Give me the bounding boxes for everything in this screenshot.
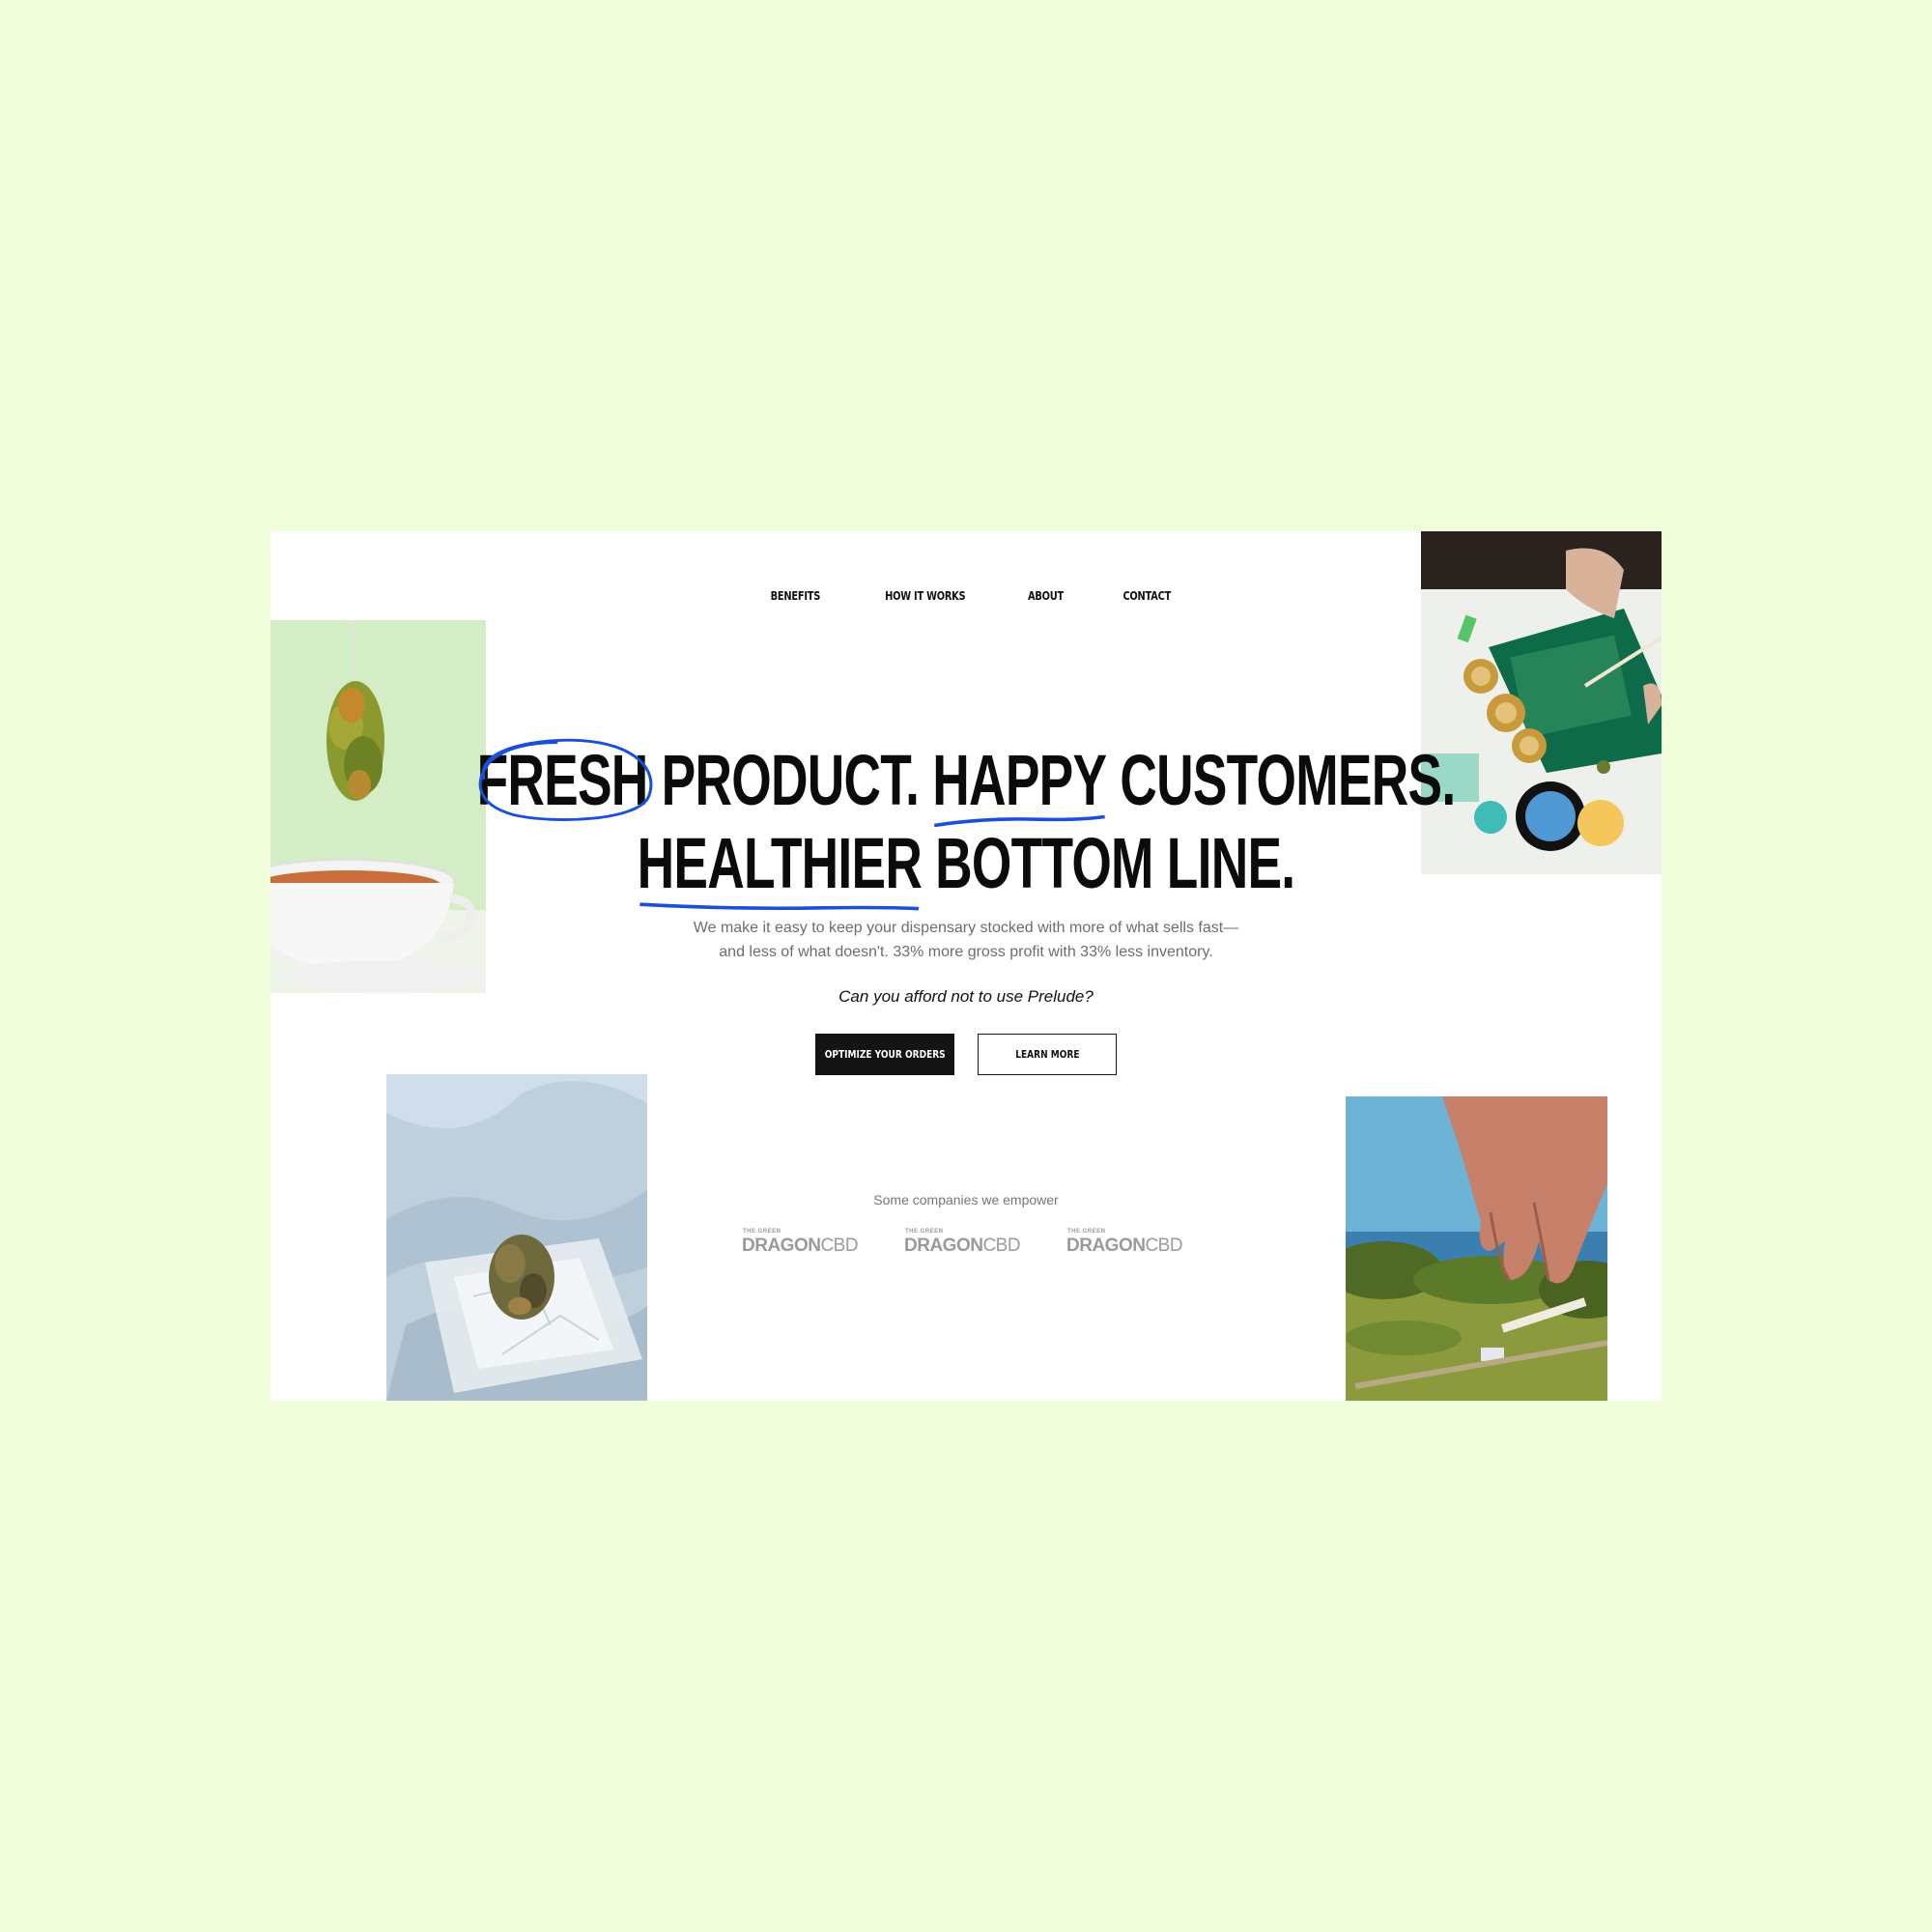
nav-contact[interactable]: CONTACT — [1123, 589, 1172, 603]
logo-main-text: DRAGONCBD — [904, 1236, 1021, 1256]
hero-question: Can you afford not to use Prelude? — [838, 987, 1094, 1006]
logo-light-text: CBD — [982, 1236, 1021, 1256]
optimize-orders-label: OPTIMIZE YOUR ORDERS — [824, 1048, 946, 1061]
headline-word-bottom-line: BOTTOM LINE. — [922, 823, 1295, 903]
logo-small-text: THE GREEN — [1067, 1229, 1106, 1235]
green-dragon-cbd-logo: THE GREEN DRAGONCBD — [742, 1229, 864, 1258]
logo-small-text: THE GREEN — [905, 1229, 944, 1235]
website-screenshot: BENEFITS HOW IT WORKS ABOUT CONTACT FRES… — [270, 531, 1662, 1401]
logo-small-text: THE GREEN — [743, 1229, 781, 1235]
learn-more-button[interactable]: LEARN MORE — [978, 1034, 1117, 1075]
headline-line-1: FRESH PRODUCT. HAPPY CUSTOMERS. — [466, 738, 1467, 828]
hero-headline: FRESH PRODUCT. HAPPY CUSTOMERS. HEALTHIE… — [270, 738, 1662, 911]
headline-happy: HAPPY — [932, 739, 1107, 828]
logos-caption: Some companies we empower — [873, 1192, 1059, 1208]
green-dragon-cbd-logo: THE GREEN DRAGONCBD — [904, 1229, 1026, 1258]
nav-benefits[interactable]: BENEFITS — [771, 589, 821, 603]
headline-fresh: FRESH — [476, 738, 653, 822]
headline-word-fresh: FRESH — [476, 740, 649, 820]
crystal-tray-bud-photo — [386, 1074, 647, 1401]
logo-light-text: CBD — [820, 1236, 859, 1256]
nav-how-it-works[interactable]: HOW IT WORKS — [885, 589, 965, 603]
subtitle-line-1: We make it easy to keep your dispensary … — [693, 920, 1239, 936]
logo-main-text: DRAGONCBD — [1066, 1236, 1183, 1256]
nav-about[interactable]: ABOUT — [1028, 589, 1064, 603]
headline-word-healthier: HEALTHIER — [637, 823, 923, 903]
subtitle-line-2: and less of what doesn't. 33% more gross… — [719, 944, 1213, 960]
headline-word-product: PRODUCT. — [647, 740, 933, 820]
optimize-orders-button[interactable]: OPTIMIZE YOUR ORDERS — [815, 1034, 954, 1075]
headline-word-happy: HAPPY — [932, 740, 1107, 820]
headline-word-customers: CUSTOMERS. — [1106, 740, 1456, 820]
headline-healthier: HEALTHIER — [637, 822, 923, 911]
logo-bold-text: DRAGON — [1066, 1236, 1146, 1256]
learn-more-label: LEARN MORE — [1014, 1048, 1080, 1061]
logo-bold-text: DRAGON — [904, 1236, 983, 1256]
logo-main-text: DRAGONCBD — [742, 1236, 859, 1256]
logo-bold-text: DRAGON — [742, 1236, 821, 1256]
headline-line-2: HEALTHIER BOTTOM LINE. — [466, 822, 1467, 911]
logo-light-text: CBD — [1145, 1236, 1183, 1256]
hero-subtitle: We make it easy to keep your dispensary … — [270, 916, 1662, 964]
landscape-hand-photo — [1346, 1096, 1607, 1401]
green-dragon-cbd-logo: THE GREEN DRAGONCBD — [1066, 1229, 1188, 1258]
company-logos: THE GREEN DRAGONCBD THE GREEN DRAGONCBD … — [742, 1229, 1188, 1258]
